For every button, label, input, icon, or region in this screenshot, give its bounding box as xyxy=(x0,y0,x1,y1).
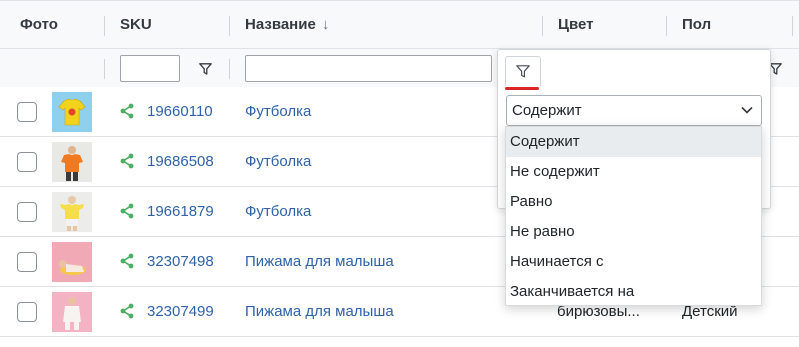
share-icon[interactable] xyxy=(119,253,135,269)
share-icon[interactable] xyxy=(119,303,135,319)
product-photo[interactable] xyxy=(52,92,92,132)
filter-operator-value: Содержит xyxy=(512,102,582,119)
product-name-link[interactable]: Футболка xyxy=(245,137,311,187)
operator-option-contains[interactable]: Содержит xyxy=(506,127,761,157)
funnel-icon xyxy=(198,62,212,75)
baby-pajama-image xyxy=(59,260,86,275)
sku-link[interactable]: 32307498 xyxy=(147,237,214,287)
row-checkbox[interactable] xyxy=(17,252,37,272)
product-name-link[interactable]: Футболка xyxy=(245,187,311,237)
operator-option-not-contains[interactable]: Не содержит xyxy=(506,157,761,187)
column-separator[interactable] xyxy=(542,16,543,36)
chevron-down-icon xyxy=(741,106,753,114)
sku-link[interactable]: 19660110 xyxy=(147,87,213,137)
row-checkbox[interactable] xyxy=(17,102,37,122)
row-checkbox[interactable] xyxy=(17,302,37,322)
share-icon[interactable] xyxy=(119,103,135,119)
grid-header: Фото SKU Название ↓ Цвет Пол xyxy=(0,0,799,49)
column-separator[interactable] xyxy=(104,16,105,36)
column-header-sku[interactable]: SKU xyxy=(120,1,152,49)
filter-tab[interactable] xyxy=(505,56,541,86)
operator-option-equals[interactable]: Равно xyxy=(506,187,761,217)
product-name-link[interactable]: Футболка xyxy=(245,87,311,137)
column-separator[interactable] xyxy=(666,16,667,36)
product-name-link[interactable]: Пижама для малыша xyxy=(245,287,394,337)
operator-option-starts-with[interactable]: Начинается с xyxy=(506,247,761,277)
operator-option-ends-with[interactable]: Заканчивается на xyxy=(506,277,761,307)
filter-separator xyxy=(104,59,105,79)
sort-descending-icon: ↓ xyxy=(321,16,330,33)
row-checkbox[interactable] xyxy=(17,202,37,222)
filter-operator-select[interactable]: Содержит xyxy=(506,95,762,126)
sku-filter-input[interactable] xyxy=(120,55,180,82)
orange-tshirt-image xyxy=(61,146,83,181)
funnel-icon xyxy=(516,65,530,78)
baby-pajama-image xyxy=(63,297,81,330)
column-header-name-label: Название xyxy=(245,16,316,33)
product-photo[interactable] xyxy=(52,242,92,282)
product-photo[interactable] xyxy=(52,142,92,182)
column-header-color[interactable]: Цвет xyxy=(558,1,593,49)
name-filter-input[interactable] xyxy=(245,55,492,82)
column-header-name[interactable]: Название ↓ xyxy=(245,1,329,49)
column-separator[interactable] xyxy=(792,16,793,36)
column-header-photo: Фото xyxy=(20,16,58,33)
product-photo[interactable] xyxy=(52,292,92,332)
share-icon[interactable] xyxy=(119,203,135,219)
filter-separator xyxy=(229,59,230,79)
operator-option-not-equals[interactable]: Не равно xyxy=(506,217,761,247)
row-checkbox[interactable] xyxy=(17,152,37,172)
share-icon[interactable] xyxy=(119,153,135,169)
column-separator[interactable] xyxy=(229,16,230,36)
sku-filter-button[interactable] xyxy=(192,55,218,82)
product-name-link[interactable]: Пижама для малыша xyxy=(245,237,394,287)
yellow-tshirt-image xyxy=(58,98,86,126)
product-photo[interactable] xyxy=(52,192,92,232)
column-header-gender[interactable]: Пол xyxy=(682,1,711,49)
child-yellow-tshirt-image xyxy=(60,196,84,231)
sku-link[interactable]: 19686508 xyxy=(147,137,214,187)
active-tab-indicator xyxy=(505,87,539,90)
sku-link[interactable]: 32307499 xyxy=(147,287,214,337)
filter-operator-dropdown: Содержит Не содержит Равно Не равно Начи… xyxy=(505,126,762,306)
sku-link[interactable]: 19661879 xyxy=(147,187,214,237)
table-row[interactable] xyxy=(0,337,799,347)
